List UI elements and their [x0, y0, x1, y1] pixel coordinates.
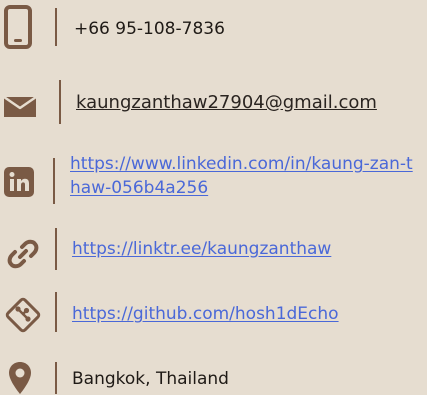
email-link[interactable]: kaungzanthaw27904@gmail.com: [76, 92, 377, 114]
linkedin-icon: [4, 167, 34, 197]
git-icon: [4, 296, 42, 334]
divider: [55, 292, 57, 332]
map-pin-icon: [8, 361, 32, 395]
location-text: Bangkok, Thailand: [72, 369, 229, 389]
link-icon: [6, 237, 40, 271]
linktree-link[interactable]: https://linktr.ee/kaungzanthaw: [72, 238, 331, 260]
github-link[interactable]: https://github.com/hosh1dEcho: [72, 303, 339, 325]
contact-row-location: Bangkok, Thailand: [0, 356, 427, 394]
divider: [55, 362, 57, 394]
phone-icon: [4, 5, 32, 49]
contact-row-github: https://github.com/hosh1dEcho: [0, 290, 427, 338]
linkedin-link[interactable]: https://www.linkedin.com/in/kaung-zan-th…: [70, 152, 420, 200]
contact-row-email: kaungzanthaw27904@gmail.com: [0, 80, 427, 128]
contact-row-linkedin: https://www.linkedin.com/in/kaung-zan-th…: [0, 146, 427, 216]
divider: [59, 80, 61, 124]
contact-row-linktree: https://linktr.ee/kaungzanthaw: [0, 226, 427, 274]
envelope-icon: [2, 95, 38, 119]
divider: [53, 158, 55, 204]
divider: [55, 228, 57, 270]
phone-number: +66 95-108-7836: [74, 19, 225, 39]
contact-row-phone: +66 95-108-7836: [0, 0, 427, 56]
divider: [55, 8, 57, 46]
